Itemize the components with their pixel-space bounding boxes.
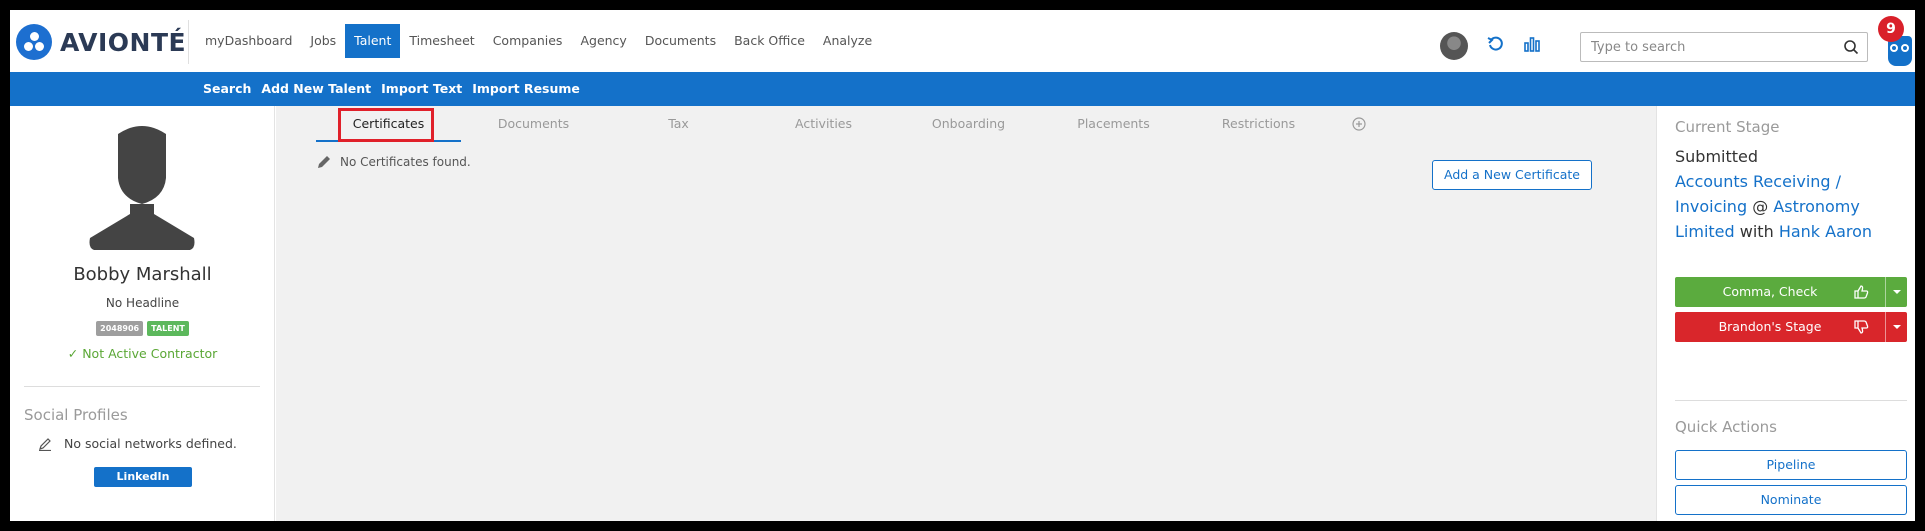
analytics-icon[interactable] <box>1522 34 1542 54</box>
divider <box>24 386 260 387</box>
at-symbol: @ <box>1752 197 1769 216</box>
talent-headline: No Headline <box>105 296 180 310</box>
talent-tags: 2048906 TALENT <box>10 321 275 336</box>
edit-pencil-icon[interactable] <box>316 154 332 170</box>
nav-divider <box>188 20 189 64</box>
add-certificate-button[interactable]: Add a New Certificate <box>1432 160 1592 190</box>
advance-stage-dropdown[interactable] <box>1885 277 1907 307</box>
tab-documents[interactable]: Documents <box>461 106 606 142</box>
profile-tabs: Certificates Documents Tax Activities On… <box>316 106 1331 142</box>
nav-item-agency[interactable]: Agency <box>571 24 635 58</box>
add-tab-icon[interactable] <box>1352 117 1366 131</box>
social-empty-text: No social networks defined. <box>64 436 237 451</box>
tab-placements[interactable]: Placements <box>1041 106 1186 142</box>
top-nav: AVIONTÉ myDashboard Jobs Talent Timeshee… <box>10 10 1915 72</box>
pipeline-button[interactable]: Pipeline <box>1675 450 1907 480</box>
nominate-button[interactable]: Nominate <box>1675 485 1907 515</box>
notification-badge[interactable]: 9 <box>1878 16 1904 42</box>
sub-nav: Search Add New Talent Import Text Import… <box>10 72 1915 106</box>
thumbs-down-icon <box>1854 320 1869 334</box>
brand-name: AVIONTÉ <box>60 27 187 57</box>
contact-link[interactable]: Hank Aaron <box>1779 222 1872 241</box>
talent-type-badge: TALENT <box>147 321 189 336</box>
stage-panel: Current Stage Submitted Accounts Receivi… <box>1656 106 1915 521</box>
talent-name: Bobby Marshall <box>73 264 212 285</box>
with-text: with <box>1739 222 1774 241</box>
stage-status: Submitted <box>1675 147 1759 166</box>
tab-tax[interactable]: Tax <box>606 106 751 142</box>
app-window: AVIONTÉ myDashboard Jobs Talent Timeshee… <box>10 10 1915 521</box>
global-search <box>1580 32 1868 62</box>
header-tools: 9 <box>1440 16 1915 66</box>
subnav-search[interactable]: Search <box>198 72 256 106</box>
edit-pencil-icon[interactable] <box>38 437 52 451</box>
no-certificates-text: No Certificates found. <box>340 155 471 169</box>
nav-item-documents[interactable]: Documents <box>636 24 725 58</box>
tab-certificates[interactable]: Certificates <box>316 106 461 142</box>
nav-item-mydashboard[interactable]: myDashboard <box>196 24 301 58</box>
talent-id-badge: 2048906 <box>96 321 144 336</box>
tab-activities[interactable]: Activities <box>751 106 896 142</box>
main-menu: myDashboard Jobs Talent Timesheet Compan… <box>196 24 881 58</box>
linkedin-search-button[interactable]: LinkedIn Search <box>94 467 192 503</box>
nav-item-analyze[interactable]: Analyze <box>814 24 881 58</box>
subnav-import-resume[interactable]: Import Resume <box>467 72 585 106</box>
social-profiles-title: Social Profiles <box>24 406 128 424</box>
social-empty-message: No social networks defined. <box>38 436 237 451</box>
subnav-add-new-talent[interactable]: Add New Talent <box>256 72 376 106</box>
divider <box>1675 400 1907 401</box>
contractor-status-text: Not Active Contractor <box>82 346 218 361</box>
nav-item-timesheet[interactable]: Timesheet <box>400 24 483 58</box>
stage-description: Submitted Accounts Receiving / Invoicing… <box>1675 144 1905 244</box>
thumbs-up-icon <box>1854 285 1869 299</box>
advance-stage-button[interactable]: Comma, Check <box>1675 277 1907 307</box>
subnav-import-text[interactable]: Import Text <box>376 72 467 106</box>
reject-stage-label: Brandon's Stage <box>1718 319 1822 334</box>
advance-stage-label: Comma, Check <box>1722 284 1818 299</box>
profile-panel: Bobby Marshall No Headline 2048906 TALEN… <box>10 106 275 521</box>
logo[interactable]: AVIONTÉ <box>16 24 186 60</box>
tab-restrictions[interactable]: Restrictions <box>1186 106 1331 142</box>
tab-onboarding[interactable]: Onboarding <box>896 106 1041 142</box>
user-avatar[interactable] <box>1440 32 1468 60</box>
search-icon[interactable] <box>1843 39 1859 55</box>
refresh-icon[interactable] <box>1486 34 1506 54</box>
quick-actions-title: Quick Actions <box>1675 418 1777 436</box>
reject-stage-dropdown[interactable] <box>1885 312 1907 342</box>
main-content: Certificates Documents Tax Activities On… <box>276 106 1656 521</box>
nav-item-companies[interactable]: Companies <box>484 24 572 58</box>
check-icon: ✓ <box>67 346 79 361</box>
reject-stage-button[interactable]: Brandon's Stage <box>1675 312 1907 342</box>
current-stage-title: Current Stage <box>1675 118 1780 136</box>
nav-item-back-office[interactable]: Back Office <box>725 24 814 58</box>
contractor-status: ✓ Not Active Contractor <box>10 346 275 361</box>
nav-item-jobs[interactable]: Jobs <box>301 24 345 58</box>
search-input[interactable] <box>1581 33 1831 61</box>
nav-item-talent[interactable]: Talent <box>345 24 401 58</box>
no-certificates-message: No Certificates found. <box>316 154 471 170</box>
avionte-logo-icon <box>16 24 52 60</box>
profile-silhouette-icon <box>89 126 195 250</box>
